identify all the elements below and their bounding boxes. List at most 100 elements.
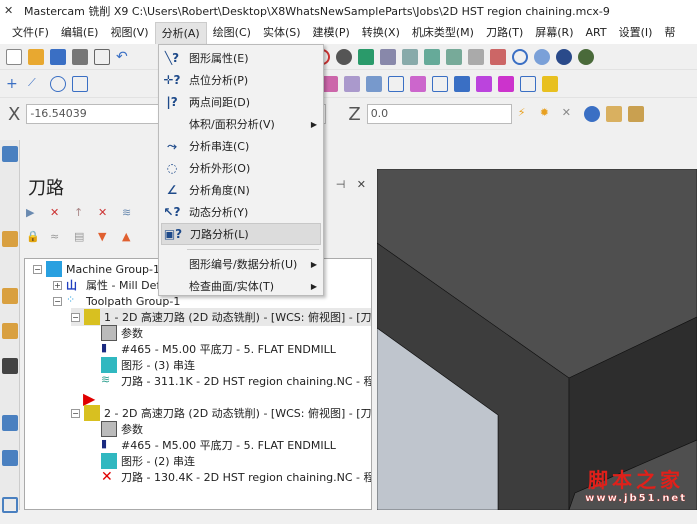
menu-item-analyze-angle[interactable]: ∠ 分析角度(N) [161, 179, 321, 201]
break-icon[interactable] [322, 75, 338, 92]
modify-icon[interactable] [366, 75, 382, 92]
panel-controls[interactable]: ▾ ⊣ ✕ [319, 178, 370, 191]
regen-dirty-icon[interactable]: ✕ [98, 206, 114, 222]
menu-screen[interactable]: 屏幕(R) [529, 22, 579, 44]
fast-point-icon[interactable]: ✹ [540, 106, 556, 122]
menu-file[interactable]: 文件(F) [6, 22, 55, 44]
print-preview-icon[interactable] [94, 48, 110, 65]
menu-item-analyze-chain[interactable]: ⤳ 分析串连(C) [161, 135, 321, 157]
collapse-icon[interactable]: − [71, 408, 80, 418]
frame-icon[interactable] [520, 75, 536, 92]
x-label: X [8, 103, 21, 125]
grid-icon[interactable] [498, 75, 514, 92]
expand-icon[interactable]: + [53, 280, 62, 290]
open-file-icon[interactable] [28, 48, 44, 65]
deselect-ops-icon[interactable]: ✕ [50, 206, 66, 222]
line-icon[interactable]: ⟋ [28, 76, 44, 92]
menu-item-toolpath-analysis[interactable]: ▣? 刀路分析(L) [161, 223, 321, 245]
menu-item-distance[interactable]: |? 两点间距(D) [161, 91, 321, 113]
menu-art[interactable]: ART [580, 22, 613, 44]
menu-item-analyze-contour[interactable]: ◌ 分析外形(O) [161, 157, 321, 179]
point-icon[interactable]: + [6, 76, 22, 92]
columns-icon[interactable] [432, 75, 448, 92]
post-icon[interactable]: ▤ [74, 230, 90, 246]
top-view-icon[interactable] [424, 48, 440, 65]
machine-group-icon [46, 261, 62, 277]
stock2-icon[interactable] [2, 323, 18, 339]
solid-icon[interactable] [454, 75, 470, 92]
menu-xform[interactable]: 转换(X) [356, 22, 406, 44]
rotate-icon[interactable] [336, 48, 352, 65]
help-icon[interactable] [583, 106, 600, 122]
undo-icon[interactable]: ↶ [116, 49, 132, 65]
angle-analysis-icon: ∠ [166, 183, 178, 197]
move-up-icon[interactable]: ▲ [122, 230, 138, 246]
cplane-icon[interactable] [490, 48, 506, 65]
backplot-icon[interactable]: ≋ [122, 206, 138, 222]
menu-item-entity-number-data[interactable]: 图形编号/数据分析(U) ▶ [161, 253, 321, 275]
menu-sketch[interactable]: 绘图(C) [207, 22, 257, 44]
menu-analyze[interactable]: 分析(A) [154, 22, 207, 44]
menu-item-check-surface-solid[interactable]: 检查曲面/实体(T) ▶ [161, 275, 321, 297]
menu-item-entity-properties[interactable]: ╲? 图形属性(E) [161, 47, 321, 69]
tree-node-toolpath[interactable]: ≋ 刀路 - 311.1K - 2D HST region chaining.NC… [101, 372, 371, 390]
translate-icon[interactable] [476, 75, 492, 92]
menu-edit[interactable]: 编辑(E) [55, 22, 105, 44]
toggle-display-icon[interactable]: ≈ [50, 230, 66, 246]
shaded-icon[interactable] [534, 48, 550, 65]
circle-icon[interactable] [50, 75, 66, 92]
menu-view[interactable]: 视图(V) [104, 22, 154, 44]
autocursor-icon[interactable]: ⚡ [518, 106, 534, 122]
menu-settings[interactable]: 设置(I) [613, 22, 659, 44]
stock-icon[interactable] [2, 288, 18, 304]
menu-machine-type[interactable]: 机床类型(M) [406, 22, 480, 44]
print-icon[interactable] [72, 48, 88, 65]
geometry-icon [101, 357, 117, 373]
graphics-viewport[interactable]: 脚本之家 www.jb51.net [376, 168, 697, 511]
lock-icon[interactable]: 🔒 [26, 230, 42, 246]
menu-help[interactable]: 帮 [658, 22, 681, 44]
bounding-box-icon[interactable] [388, 75, 404, 92]
new-file-icon[interactable] [6, 48, 22, 65]
operation-folder-icon [84, 309, 100, 325]
select2-icon[interactable] [627, 106, 644, 122]
frame-select-icon[interactable] [2, 497, 18, 513]
boolean-icon[interactable] [2, 450, 18, 466]
properties-icon: 山 [66, 279, 77, 292]
operation-folder-icon [84, 405, 100, 421]
menu-item-volume-area[interactable]: 体积/面积分析(V) ▶ [161, 113, 321, 135]
move-down-icon[interactable]: ▼ [98, 230, 114, 246]
iso-view-icon[interactable] [402, 48, 418, 65]
join-icon[interactable] [344, 75, 360, 92]
regenerate-icon[interactable]: ↑ [74, 206, 90, 222]
blade-icon[interactable] [2, 358, 18, 374]
render-icon[interactable] [578, 48, 594, 65]
menu-item-point-analysis[interactable]: ✛? 点位分析(P) [161, 69, 321, 91]
chain-analysis-icon: ⤳ [167, 138, 177, 153]
menu-item-dynamic-analysis[interactable]: ↖? 动态分析(Y) [161, 201, 321, 223]
menu-model[interactable]: 建模(P) [307, 22, 356, 44]
z-coordinate-input[interactable]: 0.0 [366, 104, 512, 124]
save-icon[interactable] [50, 48, 66, 65]
select-all-ops-icon[interactable]: ▶ [26, 206, 42, 222]
menu-toolpaths[interactable]: 刀路(T) [480, 22, 529, 44]
collapse-icon[interactable]: − [33, 264, 42, 274]
view2-icon[interactable] [380, 48, 396, 65]
material-icon[interactable] [556, 48, 572, 65]
collapse-icon[interactable]: − [53, 296, 62, 306]
extrude-icon[interactable] [2, 415, 18, 431]
front-view-icon[interactable] [446, 48, 462, 65]
collapse-icon[interactable]: − [71, 312, 80, 322]
extend-icon[interactable] [410, 75, 426, 92]
select-icon[interactable] [605, 106, 622, 122]
view-icon[interactable] [358, 48, 374, 65]
clear-icon[interactable]: ✕ [562, 106, 578, 122]
rectangle-icon[interactable] [72, 75, 88, 92]
side-view-icon[interactable] [468, 48, 484, 65]
menu-solids[interactable]: 实体(S) [257, 22, 307, 44]
plane-icon[interactable] [2, 146, 18, 162]
wireframe-icon[interactable] [512, 48, 528, 65]
tree-node-toolpath[interactable]: ✕ 刀路 - 130.4K - 2D HST region chaining.NC… [101, 468, 371, 486]
block-icon[interactable] [2, 231, 18, 247]
note-icon[interactable] [542, 75, 558, 92]
